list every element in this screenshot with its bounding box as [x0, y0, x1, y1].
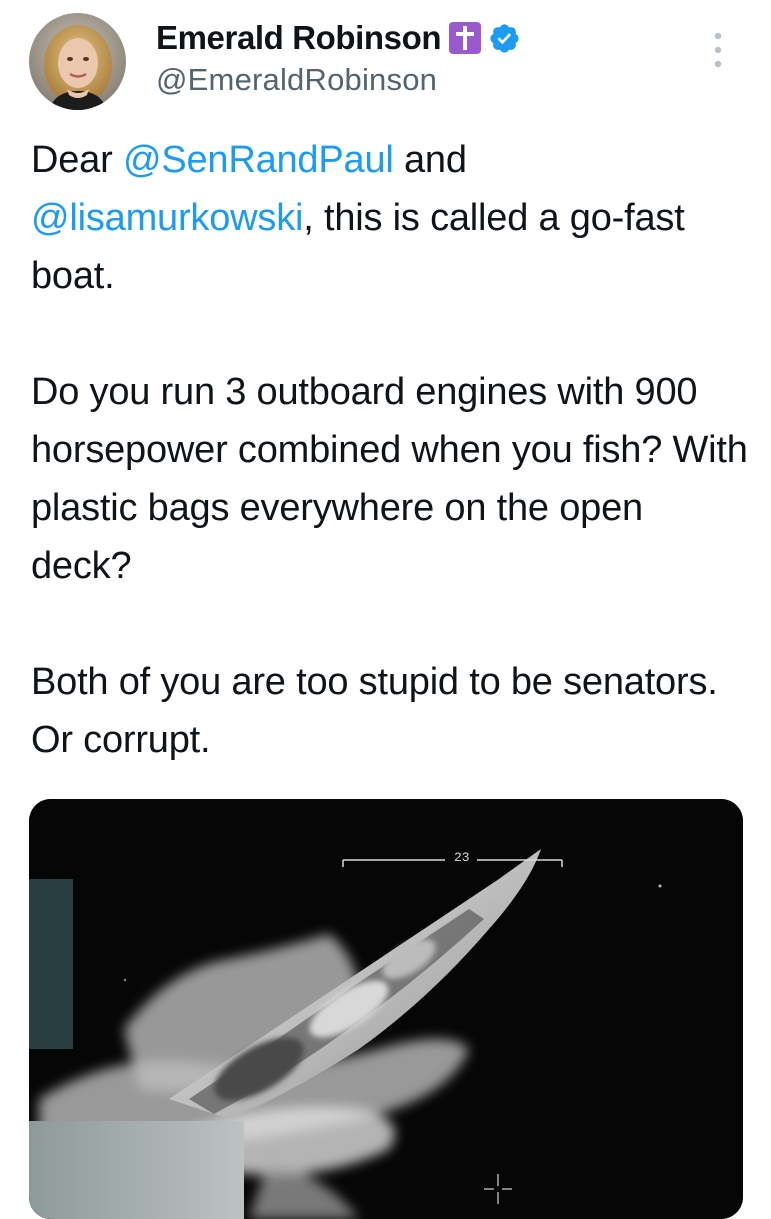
more-options-icon[interactable]: [706, 28, 730, 72]
author-name[interactable]: Emerald Robinson: [156, 19, 442, 57]
hud-number: 23: [454, 850, 470, 865]
author-handle[interactable]: @EmeraldRobinson: [156, 62, 521, 98]
tweet-text: Dear @SenRandPaul and @lisamurkowski, thi…: [31, 131, 751, 769]
mention-lisamurkowski[interactable]: @lisamurkowski: [31, 197, 303, 239]
verified-badge-icon[interactable]: [488, 22, 521, 55]
tweet-paragraph-3: Both of you are too stupid to be senator…: [31, 661, 718, 761]
tweet-text-segment: Dear: [31, 139, 123, 181]
tweet-paragraph-2: Do you run 3 outboard engines with 900 h…: [31, 371, 748, 587]
tweet-paragraph-1: Dear @SenRandPaul and @lisamurkowski, thi…: [31, 131, 751, 305]
author-name-row: Emerald Robinson: [156, 14, 521, 62]
avatar[interactable]: [29, 13, 126, 110]
tweet-text-segment: and: [393, 139, 467, 181]
tweet-image[interactable]: 23: [29, 799, 743, 1219]
cross-emoji-icon: [449, 22, 482, 54]
author-block: Emerald Robinson @EmeraldRobinson: [156, 14, 521, 98]
mention-senrandpaul[interactable]: @SenRandPaul: [123, 139, 394, 181]
